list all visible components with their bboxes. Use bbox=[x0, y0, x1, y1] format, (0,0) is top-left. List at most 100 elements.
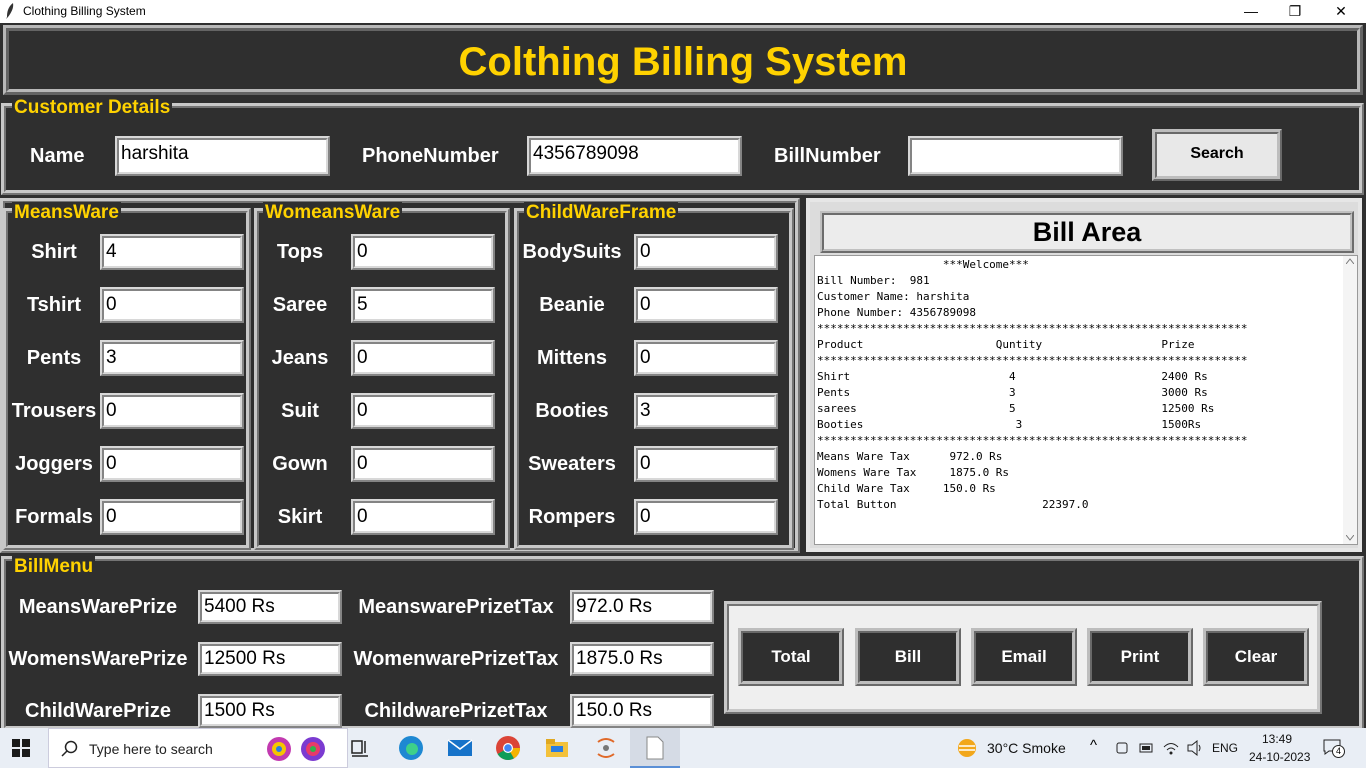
womens-input-skirt[interactable]: 0 bbox=[351, 499, 495, 535]
mens-input-pents[interactable]: 3 bbox=[100, 340, 244, 376]
mens-tax-label: MeanswarePrizetTax bbox=[358, 596, 554, 618]
phone-input[interactable]: 4356789098 bbox=[527, 136, 742, 176]
child-input-sweaters[interactable]: 0 bbox=[634, 446, 778, 482]
womens-label-tops: Tops bbox=[276, 241, 324, 263]
child-tax-field[interactable]: 150.0 Rs bbox=[570, 694, 714, 728]
womens-input-suit[interactable]: 0 bbox=[351, 393, 495, 429]
child-input-mittens[interactable]: 0 bbox=[634, 340, 778, 376]
app-header: Colthing Billing System bbox=[3, 25, 1363, 95]
customer-details-legend: Customer Details bbox=[12, 97, 173, 119]
page-title: Colthing Billing System bbox=[458, 40, 908, 84]
mens-input-trousers[interactable]: 0 bbox=[100, 393, 244, 429]
email-button[interactable]: Email bbox=[971, 628, 1077, 686]
mens-input-formals[interactable]: 0 bbox=[100, 499, 244, 535]
window-title: Clothing Billing System bbox=[23, 4, 146, 18]
womens-tax-label: WomenwarePrizetTax bbox=[353, 648, 559, 670]
edge-icon[interactable] bbox=[397, 734, 425, 762]
womens-tax-field[interactable]: 1875.0 Rs bbox=[570, 642, 714, 676]
mens-label-trousers: Trousers bbox=[11, 400, 97, 422]
mens-prize-field[interactable]: 5400 Rs bbox=[198, 590, 342, 624]
wifi-icon[interactable] bbox=[1163, 740, 1179, 756]
child-input-beanie[interactable]: 0 bbox=[634, 287, 778, 323]
womens-input-tops[interactable]: 0 bbox=[351, 234, 495, 270]
womens-input-saree[interactable]: 5 bbox=[351, 287, 495, 323]
womens-prize-field[interactable]: 12500 Rs bbox=[198, 642, 342, 676]
battery-icon[interactable] bbox=[1139, 742, 1155, 754]
print-button[interactable]: Print bbox=[1087, 628, 1193, 686]
mens-label-shirt: Shirt bbox=[31, 241, 77, 263]
womens-input-gown[interactable]: 0 bbox=[351, 446, 495, 482]
chevron-up-icon[interactable]: ^ bbox=[1090, 737, 1097, 754]
notification-count: 4 bbox=[1332, 745, 1345, 758]
mens-input-shirt[interactable]: 4 bbox=[100, 234, 244, 270]
bill-text: ***Welcome*** Bill Number: 981 Customer … bbox=[817, 258, 1248, 511]
child-input-bodysuits[interactable]: 0 bbox=[634, 234, 778, 270]
phone-label: PhoneNumber bbox=[362, 145, 499, 167]
womens-label-jeans: Jeans bbox=[271, 347, 329, 369]
taskbar-search-box[interactable]: Type here to search bbox=[48, 728, 348, 768]
child-label-rompers: Rompers bbox=[528, 506, 616, 528]
scroll-down-icon[interactable] bbox=[1346, 535, 1354, 541]
mens-input-joggers[interactable]: 0 bbox=[100, 446, 244, 482]
child-legend: ChildWareFrame bbox=[524, 202, 679, 224]
weather-icon[interactable] bbox=[956, 737, 978, 759]
notification-center[interactable]: 4 bbox=[1323, 739, 1345, 758]
clear-button[interactable]: Clear bbox=[1203, 628, 1309, 686]
mens-legend: MeansWare bbox=[12, 202, 121, 224]
child-prize-field[interactable]: 1500 Rs bbox=[198, 694, 342, 728]
child-label-bodysuits: BodySuits bbox=[522, 241, 622, 263]
child-input-booties[interactable]: 3 bbox=[634, 393, 778, 429]
maximize-button[interactable]: ❐ bbox=[1272, 0, 1318, 23]
mens-tax-field[interactable]: 972.0 Rs bbox=[570, 590, 714, 624]
womens-label-gown: Gown bbox=[272, 453, 328, 475]
mens-input-tshirt[interactable]: 0 bbox=[100, 287, 244, 323]
python-app-icon[interactable] bbox=[592, 734, 620, 762]
minimize-button[interactable]: — bbox=[1228, 0, 1274, 23]
search-button[interactable]: Search bbox=[1152, 129, 1282, 181]
womens-input-jeans[interactable]: 0 bbox=[351, 340, 495, 376]
child-label-sweaters: Sweaters bbox=[528, 453, 616, 475]
search-icon bbox=[61, 740, 78, 757]
window-titlebar: Clothing Billing System — ❐ ✕ bbox=[0, 0, 1366, 23]
child-label-mittens: Mittens bbox=[537, 347, 607, 369]
child-label-booties: Booties bbox=[535, 400, 609, 422]
womens-label-suit: Suit bbox=[281, 400, 319, 422]
task-view-icon[interactable] bbox=[350, 738, 370, 758]
close-button[interactable]: ✕ bbox=[1318, 0, 1364, 23]
meet-now-icon[interactable] bbox=[1115, 740, 1129, 756]
mens-label-pents: Pents bbox=[26, 347, 82, 369]
document-icon bbox=[646, 736, 664, 760]
bill-area-frame: Bill Area ***Welcome*** Bill Number: 981… bbox=[806, 198, 1362, 552]
mens-label-formals: Formals bbox=[15, 506, 93, 528]
feather-icon bbox=[6, 3, 14, 19]
total-button[interactable]: Total bbox=[738, 628, 844, 686]
search-placeholder: Type here to search bbox=[89, 741, 213, 757]
child-input-rompers[interactable]: 0 bbox=[634, 499, 778, 535]
womens-prize-label: WomensWarePrize bbox=[8, 648, 188, 670]
womens-label-saree: Saree bbox=[272, 294, 328, 316]
weather-text[interactable]: 30°C Smoke bbox=[987, 740, 1066, 756]
windows-start-icon[interactable] bbox=[12, 739, 30, 757]
scroll-up-icon[interactable] bbox=[1346, 258, 1354, 264]
bill-button[interactable]: Bill bbox=[855, 628, 961, 686]
child-tax-label: ChildwarePrizetTax bbox=[364, 700, 548, 722]
bill-scrollbar[interactable] bbox=[1343, 256, 1357, 544]
language-indicator[interactable]: ENG bbox=[1212, 741, 1238, 755]
active-app-tab[interactable] bbox=[630, 728, 680, 768]
bill-area-title: Bill Area bbox=[820, 211, 1354, 253]
billnumber-input[interactable] bbox=[908, 136, 1123, 176]
billmenu-legend: BillMenu bbox=[12, 556, 96, 578]
chrome-icon[interactable] bbox=[494, 734, 522, 762]
volume-icon[interactable] bbox=[1187, 740, 1205, 756]
bill-textarea[interactable]: ***Welcome*** Bill Number: 981 Customer … bbox=[814, 255, 1358, 545]
file-explorer-icon[interactable] bbox=[543, 734, 571, 762]
clock-date[interactable]: 24-10-2023 bbox=[1249, 750, 1310, 764]
flower-icon bbox=[267, 737, 291, 761]
child-label-beanie: Beanie bbox=[539, 294, 605, 316]
name-input[interactable]: harshita bbox=[115, 136, 330, 176]
womens-label-skirt: Skirt bbox=[277, 506, 323, 528]
taskbar: Type here to search 30°C Smoke ^ ENG 13:… bbox=[0, 728, 1366, 768]
child-prize-label: ChildWarePrize bbox=[25, 700, 171, 722]
clock-time[interactable]: 13:49 bbox=[1262, 732, 1292, 746]
mail-icon[interactable] bbox=[446, 734, 474, 762]
